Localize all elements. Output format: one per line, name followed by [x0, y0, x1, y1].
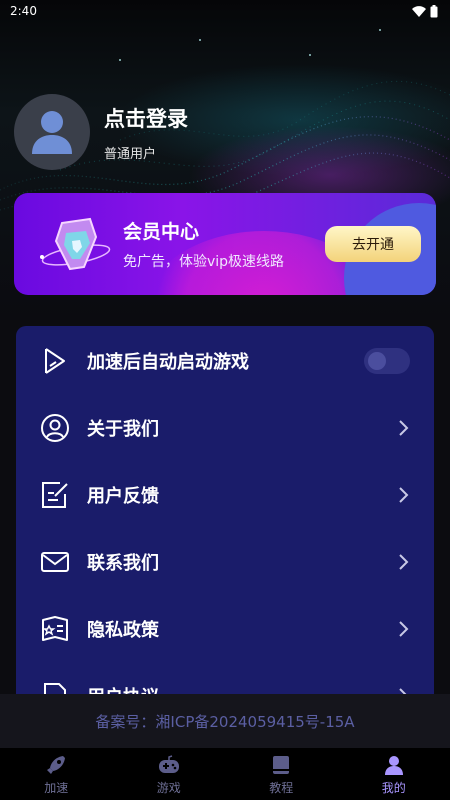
- login-area[interactable]: 点击登录 普通用户: [14, 94, 188, 170]
- menu-item-auto-launch[interactable]: 加速后自动启动游戏: [16, 328, 434, 394]
- rocket-icon: [47, 755, 66, 774]
- user-circle-icon: [41, 414, 69, 442]
- chevron-right-icon: [399, 621, 409, 637]
- tab-mine[interactable]: 我的: [338, 748, 450, 800]
- menu-item-label: 隐私政策: [87, 620, 159, 641]
- avatar[interactable]: [14, 94, 90, 170]
- menu-item-label: 用户协议: [87, 683, 159, 694]
- menu-item-about-us[interactable]: 关于我们: [16, 395, 434, 461]
- default-avatar-icon: [32, 111, 72, 154]
- wifi-icon: [412, 5, 426, 17]
- chevron-right-icon: [399, 554, 409, 570]
- menu-item-label: 联系我们: [87, 553, 159, 574]
- book-icon: [273, 755, 290, 774]
- mail-icon: [41, 552, 69, 572]
- status-time: 2:40: [10, 4, 37, 18]
- document-icon: [44, 683, 66, 694]
- tab-label: 游戏: [156, 780, 181, 795]
- auto-launch-toggle[interactable]: [364, 348, 410, 374]
- menu-item-label: 关于我们: [87, 419, 159, 440]
- tab-label: 教程: [269, 780, 294, 795]
- gamepad-icon: [158, 754, 179, 773]
- menu-item-user-agreement[interactable]: 用户协议: [16, 663, 434, 694]
- vip-subtitle: 免广告，体验vip极速线路: [123, 254, 285, 270]
- policy-icon: [42, 616, 68, 641]
- tab-label: 加速: [44, 780, 69, 795]
- tab-games[interactable]: 游戏: [113, 748, 226, 800]
- chevron-right-icon: [399, 487, 409, 503]
- menu-item-privacy-policy[interactable]: 隐私政策: [16, 596, 434, 662]
- play-icon: [45, 348, 65, 374]
- user-type-label: 普通用户: [104, 146, 157, 162]
- settings-menu: 加速后自动启动游戏 关于我们 用户反馈 联系我们 隐私政策: [16, 326, 434, 694]
- menu-item-label: 加速后自动启动游戏: [87, 352, 249, 373]
- status-bar: 2:40: [0, 0, 450, 22]
- login-prompt[interactable]: 点击登录: [104, 103, 188, 133]
- tab-tutorial[interactable]: 教程: [225, 748, 338, 800]
- vip-title: 会员中心: [123, 221, 200, 243]
- bottom-nav: 加速 游戏 教程 我的: [0, 748, 450, 800]
- toggle-knob: [368, 352, 386, 370]
- chevron-right-icon: [399, 688, 407, 694]
- icp-footer: 备案号：湘ICP备2024059415号-15A: [0, 694, 450, 748]
- battery-icon: [430, 4, 438, 17]
- vip-diamond-icon: [40, 217, 111, 271]
- menu-item-feedback[interactable]: 用户反馈: [16, 462, 434, 528]
- icp-number: 备案号：湘ICP备2024059415号-15A: [95, 712, 355, 731]
- edit-note-icon: [42, 482, 68, 508]
- open-vip-button[interactable]: 去开通: [325, 226, 421, 262]
- menu-item-label: 用户反馈: [87, 486, 159, 507]
- profile-icon: [384, 755, 403, 775]
- chevron-right-icon: [399, 420, 409, 436]
- tab-accelerate[interactable]: 加速: [0, 748, 113, 800]
- vip-center-card[interactable]: 会员中心 免广告，体验vip极速线路 去开通: [14, 193, 436, 295]
- tab-label: 我的: [381, 780, 406, 795]
- menu-item-contact-us[interactable]: 联系我们: [16, 529, 434, 595]
